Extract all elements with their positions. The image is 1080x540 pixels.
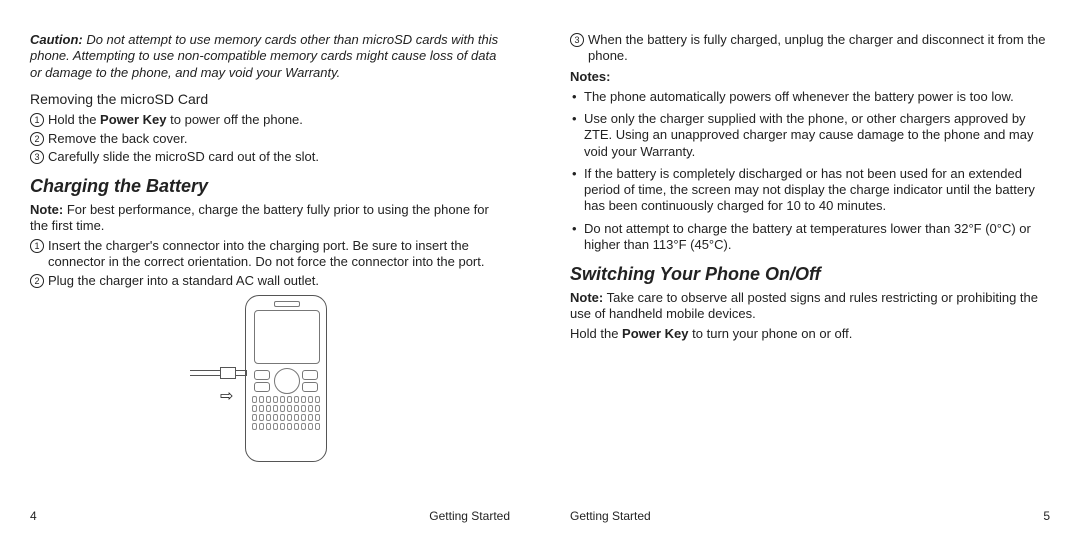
- page-number-left: 4: [30, 509, 37, 524]
- switching-instruction: Hold the Power Key to turn your phone on…: [570, 326, 1050, 342]
- caution-label: Caution:: [30, 32, 83, 47]
- page-right: When the battery is fully charged, unplu…: [540, 0, 1080, 540]
- phone-illustration: ⇨: [30, 295, 510, 465]
- charging-step-3: When the battery is fully charged, unplu…: [570, 32, 1050, 65]
- page-left: Caution: Do not attempt to use memory ca…: [0, 0, 540, 540]
- remove-sd-steps: Hold the Power Key to power off the phon…: [30, 112, 510, 165]
- remove-sd-step-1: Hold the Power Key to power off the phon…: [30, 112, 510, 128]
- remove-sd-step-3: Carefully slide the microSD card out of …: [30, 149, 510, 165]
- notes-list: The phone automatically powers off whene…: [570, 89, 1050, 253]
- note-item-3: If the battery is completely discharged …: [570, 166, 1050, 215]
- charging-step-2: Plug the charger into a standard AC wall…: [30, 273, 510, 289]
- section-name-right: Getting Started: [570, 509, 651, 524]
- note-label: Note:: [30, 202, 63, 217]
- note-item-1: The phone automatically powers off whene…: [570, 89, 1050, 105]
- charging-heading: Charging the Battery: [30, 175, 510, 198]
- page-left-footer: 4 Getting Started: [30, 503, 510, 524]
- page-left-content: Caution: Do not attempt to use memory ca…: [30, 28, 510, 503]
- notes-heading: Notes:: [570, 69, 1050, 85]
- arrow-icon: ⇨: [220, 387, 233, 407]
- caution-text: Do not attempt to use memory cards other…: [30, 32, 498, 80]
- charging-steps: Insert the charger's connector into the …: [30, 238, 510, 289]
- switching-note: Note: Take care to observe all posted si…: [570, 290, 1050, 323]
- power-key-label: Power Key: [100, 112, 166, 127]
- remove-sd-heading: Removing the microSD Card: [30, 91, 510, 109]
- charger-plug-icon: [190, 365, 245, 379]
- switching-heading: Switching Your Phone On/Off: [570, 263, 1050, 286]
- section-name-left: Getting Started: [429, 509, 510, 524]
- note-item-2: Use only the charger supplied with the p…: [570, 111, 1050, 160]
- phone-icon: [245, 295, 327, 462]
- caution-paragraph: Caution: Do not attempt to use memory ca…: [30, 32, 510, 81]
- charging-steps-continued: When the battery is fully charged, unplu…: [570, 32, 1050, 65]
- note-item-4: Do not attempt to charge the battery at …: [570, 221, 1050, 254]
- power-key-label: Power Key: [622, 326, 688, 341]
- page-number-right: 5: [1043, 509, 1050, 524]
- charging-note: Note: For best performance, charge the b…: [30, 202, 510, 235]
- charging-step-1: Insert the charger's connector into the …: [30, 238, 510, 271]
- remove-sd-step-2: Remove the back cover.: [30, 131, 510, 147]
- note-label: Note:: [570, 290, 603, 305]
- page-right-footer: Getting Started 5: [570, 503, 1050, 524]
- page-right-content: When the battery is fully charged, unplu…: [570, 28, 1050, 503]
